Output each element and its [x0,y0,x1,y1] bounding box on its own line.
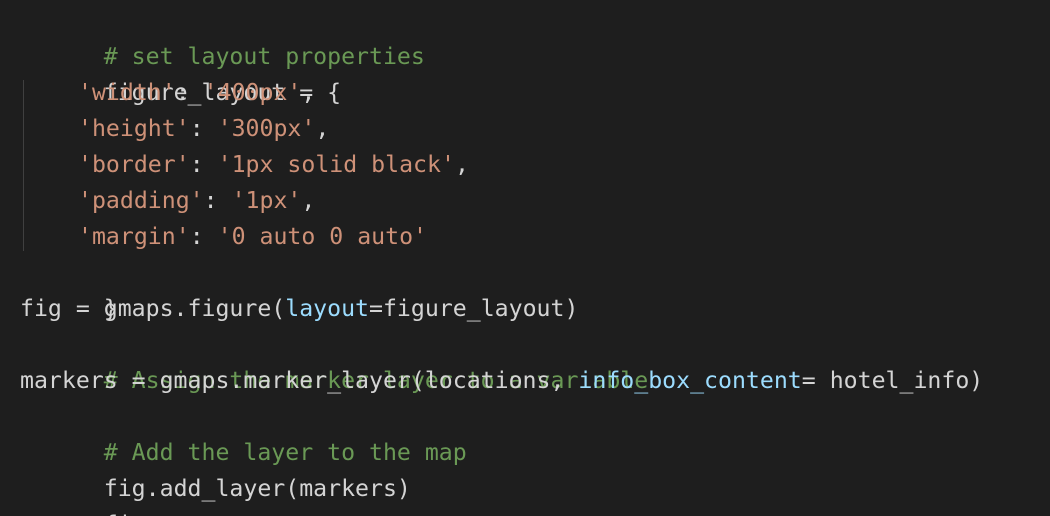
code-editor[interactable]: # set layout properties figure_layout = … [0,0,1050,516]
code-line-3: 'width': '400px', [20,75,983,111]
comma-token: , [301,187,316,214]
code-line-6: 'padding': '1px', [20,183,983,219]
code-line-12: # Add the layer to the map [20,399,983,466]
code-line-5: 'border': '1px solid black', [20,147,983,183]
code-line-1: # set layout properties [20,3,983,70]
separator-token: : [189,151,218,178]
separator-token: : [189,115,218,142]
code-line-11: markers = gmaps.marker_layer(locations, … [20,363,983,399]
dict-key-token: 'padding' [78,187,204,214]
comma-token: , [454,151,469,178]
keyword-argument-token: info_box_content [578,367,802,394]
dict-key-token: 'margin' [78,223,190,250]
dict-value-token: '0 auto 0 auto' [217,223,428,250]
dict-value-token: '300px' [217,115,316,142]
code-token: fig [104,511,146,516]
code-token: fig = gmaps.figure( [20,295,286,322]
separator-token: : [189,223,218,250]
dict-value-token: '1px solid black' [217,151,455,178]
dict-value-token: '400px' [203,79,302,106]
keyword-argument-token: layout [285,295,370,322]
dict-value-token: '1px' [231,187,302,214]
separator-token: : [175,79,204,106]
code-block[interactable]: # set layout properties figure_layout = … [20,3,983,516]
dict-key-token: 'height' [78,115,190,142]
dict-key-token: 'border' [78,151,190,178]
comment-token: # set layout properties [103,43,425,70]
comma-token: , [301,79,316,106]
code-token: = hotel_info) [801,367,984,394]
comment-token: # Add the layer to the map [103,439,467,466]
code-line-10: # Assign the marker layer to a variable [20,327,983,394]
code-line-8: } [20,255,983,322]
code-line-7: 'margin': '0 auto 0 auto' [20,219,983,255]
code-token: markers = gmaps.marker_layer(locations, [20,367,579,394]
comma-token: , [315,115,330,142]
code-token: fig.add_layer(markers) [103,475,411,502]
code-line-4: 'height': '300px', [20,111,983,147]
separator-token: : [203,187,232,214]
code-token: =figure_layout) [369,295,579,322]
code-line-9: fig = gmaps.figure(layout=figure_layout) [20,291,983,327]
dict-key-token: 'width' [78,79,176,106]
